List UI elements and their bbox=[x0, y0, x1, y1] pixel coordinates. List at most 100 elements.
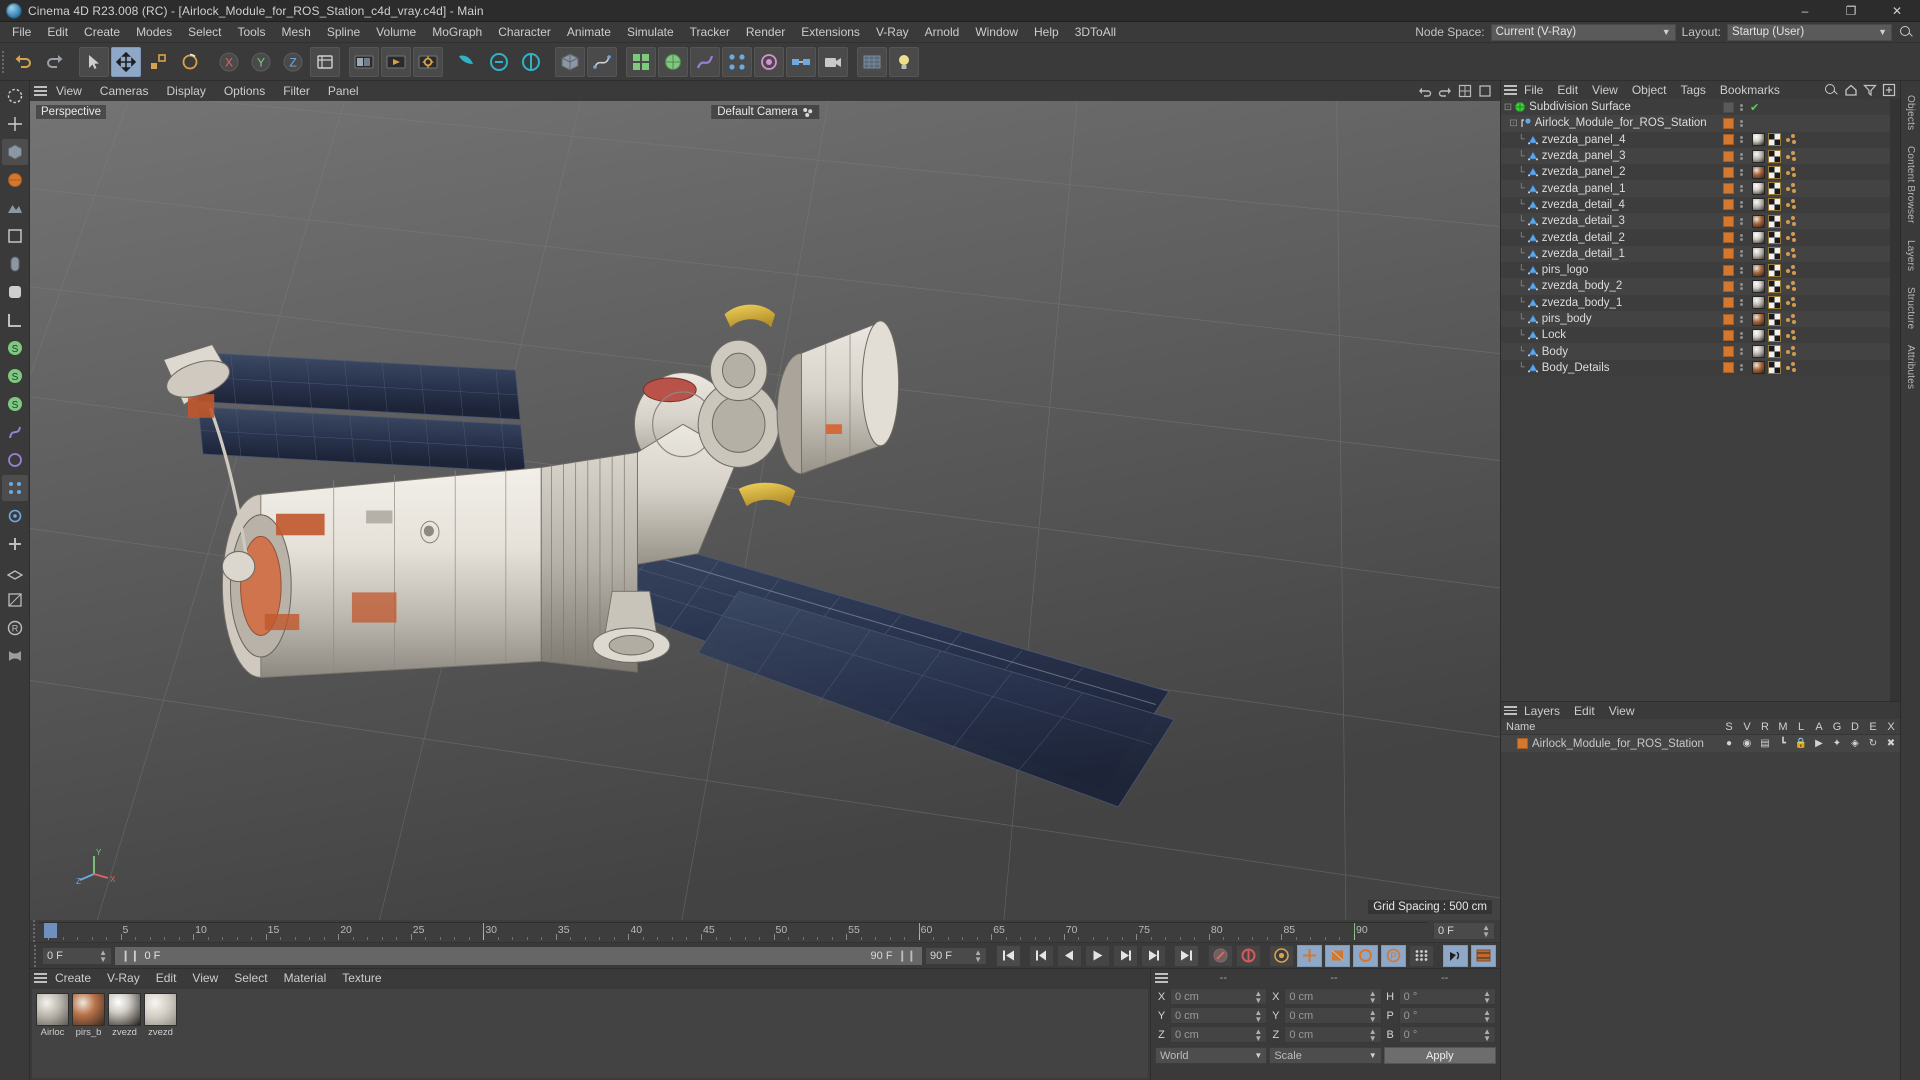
uvw-tag-icon[interactable] bbox=[1768, 231, 1781, 245]
home-icon[interactable] bbox=[1844, 83, 1858, 97]
node-space-select[interactable]: Current (V-Ray) ▼ bbox=[1490, 23, 1676, 41]
visibility-dots[interactable] bbox=[1739, 152, 1743, 160]
tree-branch[interactable]: └ bbox=[1501, 151, 1525, 162]
menu-edit[interactable]: Edit bbox=[39, 23, 76, 41]
toolbar-grip[interactable] bbox=[2, 49, 7, 75]
visibility-dots[interactable] bbox=[1739, 119, 1743, 127]
vray-frame-buffer-button[interactable] bbox=[484, 47, 514, 77]
lock-y-axis-button[interactable]: Y bbox=[246, 47, 276, 77]
viewport-menu-filter[interactable]: Filter bbox=[274, 82, 319, 100]
timeline-ruler[interactable]: 051015202530354045505560657075808590 bbox=[38, 922, 1428, 940]
layout-select[interactable]: Startup (User) ▼ bbox=[1727, 23, 1892, 41]
point-level-animation-button[interactable] bbox=[1409, 944, 1434, 967]
object-manager-hamburger-icon[interactable] bbox=[1504, 83, 1517, 97]
position-y-field[interactable]: 0 cm ▲ ▼ bbox=[1170, 1007, 1268, 1024]
rotation-h-field[interactable]: 0 ° ▲ ▼ bbox=[1398, 988, 1496, 1005]
spinner-icon[interactable]: ▲ ▼ bbox=[99, 948, 107, 963]
maximize-button[interactable]: ❐ bbox=[1828, 0, 1874, 22]
capsule-object-icon[interactable] bbox=[2, 251, 28, 277]
uvw-tag-icon[interactable] bbox=[1768, 214, 1781, 228]
3d-viewport[interactable]: Perspective Default Camera Grid Spacing … bbox=[30, 101, 1500, 920]
coordinates-hamburger-icon[interactable] bbox=[1155, 971, 1168, 985]
layer-toggle-manager[interactable]: ┗ bbox=[1774, 738, 1792, 749]
viewport-menu-options[interactable]: Options bbox=[215, 82, 274, 100]
object-tree[interactable]: ⊡ Subdivision Surface ✔ ⊡ Airlock_Module_fo… bbox=[1501, 99, 1890, 701]
layer-color-swatch[interactable] bbox=[1722, 117, 1734, 129]
material-tag-icon[interactable] bbox=[1752, 231, 1765, 245]
menu-animate[interactable]: Animate bbox=[559, 23, 619, 41]
apply-button[interactable]: Apply bbox=[1383, 1047, 1496, 1064]
menu-v-ray[interactable]: V-Ray bbox=[868, 23, 917, 41]
record-rotation-button[interactable] bbox=[1353, 944, 1378, 967]
visibility-dots[interactable] bbox=[1739, 250, 1743, 258]
layer-color-swatch[interactable] bbox=[1722, 248, 1734, 260]
uvw-tag-icon[interactable] bbox=[1768, 182, 1781, 196]
layer-color-swatch[interactable] bbox=[1722, 232, 1734, 244]
uvw-tag-icon[interactable] bbox=[1768, 328, 1781, 342]
rotate-tool-button[interactable] bbox=[175, 47, 205, 77]
phong-tag-icon[interactable] bbox=[1784, 166, 1797, 179]
material-menu-select[interactable]: Select bbox=[226, 970, 275, 986]
phong-tag-icon[interactable] bbox=[1784, 198, 1797, 211]
layer-row[interactable]: Airlock_Module_for_ROS_Station ● ◉ ▤ ┗ 🔒 ▶ ✦ ◈ ↻ ✖ bbox=[1501, 735, 1900, 752]
field-deformer-icon[interactable] bbox=[2, 447, 28, 473]
layer-menu-view[interactable]: View bbox=[1602, 703, 1642, 719]
object-menu-object[interactable]: Object bbox=[1625, 82, 1674, 98]
viewport-undo-view-icon[interactable] bbox=[1418, 84, 1432, 98]
viewport-layout-icon[interactable] bbox=[1458, 84, 1472, 98]
phong-tag-icon[interactable] bbox=[1784, 313, 1797, 326]
object-row[interactable]: └ Lock bbox=[1501, 327, 1890, 344]
size-mode-select[interactable]: Scale ▼ bbox=[1269, 1047, 1382, 1064]
rotation-b-field[interactable]: 0 ° ▲ ▼ bbox=[1398, 1026, 1496, 1043]
object-row[interactable]: └ zvezda_panel_4 bbox=[1501, 131, 1890, 148]
uvw-tag-icon[interactable] bbox=[1768, 296, 1781, 310]
object-row[interactable]: └ zvezda_detail_3 bbox=[1501, 213, 1890, 230]
search-icon[interactable] bbox=[1823, 82, 1839, 98]
scale-tool-button[interactable] bbox=[143, 47, 173, 77]
render-settings-button[interactable] bbox=[413, 46, 443, 77]
viewport-menu-hamburger-icon[interactable] bbox=[34, 84, 47, 98]
object-row[interactable]: └ zvezda_body_2 bbox=[1501, 278, 1890, 295]
tree-branch[interactable]: ⊡ bbox=[1501, 102, 1512, 113]
uvw-tag-icon[interactable] bbox=[1768, 165, 1781, 179]
tree-branch[interactable]: └ bbox=[1501, 346, 1525, 357]
uvw-tag-icon[interactable] bbox=[1768, 263, 1781, 277]
phong-tag-icon[interactable] bbox=[1784, 361, 1797, 374]
spinner-icon[interactable]: ▲ ▼ bbox=[1369, 1027, 1377, 1042]
layer-menu-layers[interactable]: Layers bbox=[1517, 703, 1567, 719]
lock-z-axis-button[interactable]: Z bbox=[278, 47, 308, 77]
object-menu-bookmarks[interactable]: Bookmarks bbox=[1713, 82, 1787, 98]
menu-tracker[interactable]: Tracker bbox=[682, 23, 738, 41]
deformer-button[interactable] bbox=[690, 46, 720, 77]
object-row[interactable]: └ pirs_body bbox=[1501, 310, 1890, 328]
tree-branch[interactable]: └ bbox=[1501, 199, 1525, 210]
phong-tag-icon[interactable] bbox=[1784, 231, 1797, 244]
menu-mesh[interactable]: Mesh bbox=[273, 23, 318, 41]
spinner-icon[interactable]: ▲ ▼ bbox=[1369, 1008, 1377, 1023]
visibility-dots[interactable] bbox=[1739, 136, 1743, 144]
layer-color-swatch[interactable] bbox=[1722, 297, 1734, 309]
light-button[interactable] bbox=[889, 46, 919, 77]
phong-tag-icon[interactable] bbox=[1784, 329, 1797, 342]
visibility-dots[interactable] bbox=[1739, 201, 1743, 209]
select-live-button[interactable] bbox=[79, 46, 109, 77]
material-tag-icon[interactable] bbox=[1752, 345, 1765, 359]
viewport-menu-panel[interactable]: Panel bbox=[319, 82, 368, 100]
object-row[interactable]: └ zvezda_detail_2 bbox=[1501, 229, 1890, 246]
phong-tag-icon[interactable] bbox=[1784, 133, 1797, 146]
render-frame-button[interactable] bbox=[1471, 944, 1496, 967]
material-menu-view[interactable]: View bbox=[184, 970, 226, 986]
object-row[interactable]: └ zvezda_panel_1 bbox=[1501, 180, 1890, 197]
visibility-dots[interactable] bbox=[1739, 331, 1743, 339]
layer-color-swatch[interactable] bbox=[1722, 280, 1734, 292]
layer-color-swatch[interactable] bbox=[1722, 313, 1734, 325]
spinner-icon[interactable]: ▲ ▼ bbox=[1254, 989, 1262, 1004]
coordinate-system-select[interactable]: World ▼ bbox=[1155, 1047, 1268, 1064]
timeline-strip[interactable]: ❙❙ 0 F 90 F ❙❙ bbox=[115, 946, 922, 965]
layer-toggle-generator[interactable]: ✦ bbox=[1828, 738, 1846, 749]
subdivision-s2-icon[interactable]: S bbox=[2, 363, 28, 389]
object-menu-tags[interactable]: Tags bbox=[1674, 82, 1713, 98]
menu-simulate[interactable]: Simulate bbox=[619, 23, 682, 41]
spline-pen-button[interactable] bbox=[587, 46, 617, 77]
go-to-end-button[interactable] bbox=[1174, 944, 1199, 967]
